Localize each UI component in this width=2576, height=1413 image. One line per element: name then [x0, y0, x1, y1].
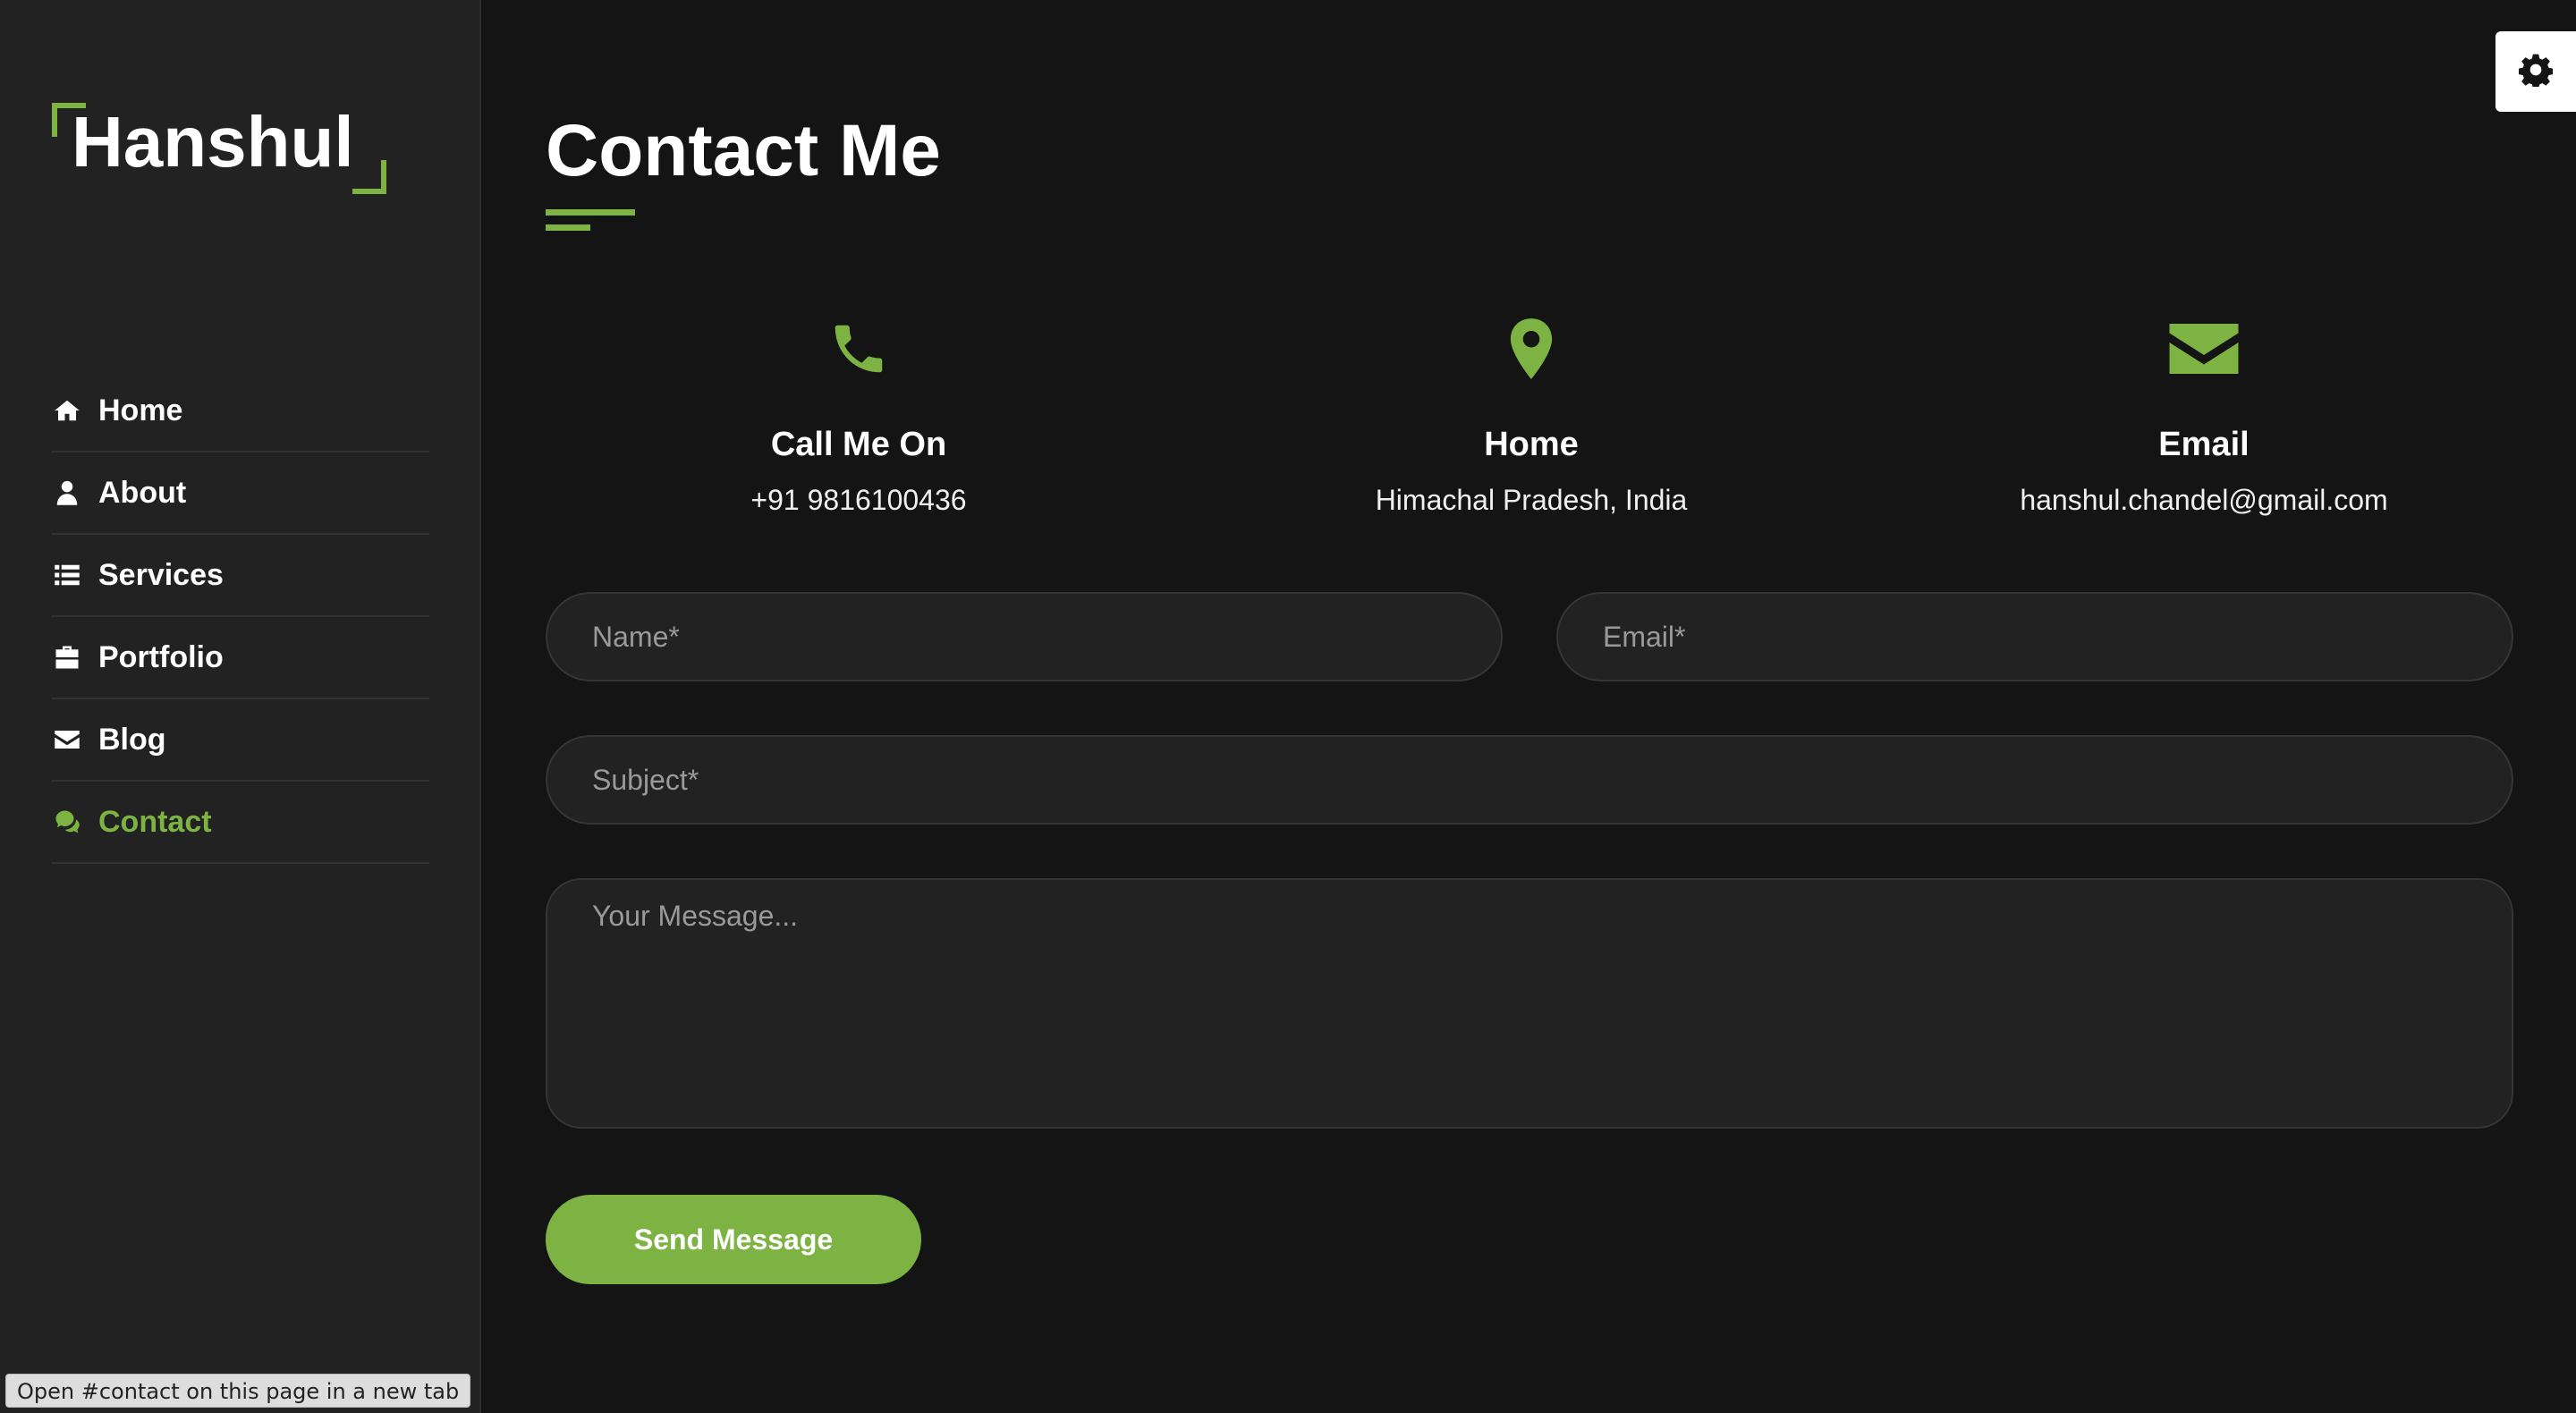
sidebar-item-blog[interactable]: Blog — [52, 699, 429, 782]
sidebar-nav: Home About Services Portfolio Blog Conta… — [52, 370, 429, 864]
contact-info-value: hanshul.chandel@gmail.com — [2020, 484, 2388, 516]
contact-info-email: Email hanshul.chandel@gmail.com — [1891, 313, 2517, 517]
name-field[interactable]: Name* — [546, 592, 1503, 681]
sidebar-item-contact[interactable]: Contact — [52, 782, 429, 864]
logo-text: Hanshul — [72, 102, 354, 182]
sidebar-item-portfolio[interactable]: Portfolio — [52, 617, 429, 699]
sidebar-item-label: Blog — [98, 722, 166, 757]
gear-icon — [2518, 53, 2554, 91]
contact-info-label: Email — [2158, 426, 2250, 463]
settings-button[interactable] — [2496, 31, 2576, 112]
list-icon — [52, 560, 82, 590]
sidebar-item-label: Portfolio — [98, 639, 224, 674]
subject-field[interactable]: Subject* — [546, 735, 2513, 825]
send-message-button[interactable]: Send Message — [546, 1195, 921, 1284]
logo[interactable]: Hanshul — [52, 103, 386, 194]
contact-info-phone: Call Me On +91 9816100436 — [546, 313, 1172, 517]
sidebar-item-label: Services — [98, 557, 224, 592]
contact-info-label: Call Me On — [770, 426, 947, 463]
contact-info-home: Home Himachal Pradesh, India — [1218, 313, 1844, 517]
map-marker-icon — [1218, 313, 1844, 385]
envelope-icon — [52, 724, 82, 755]
title-underline — [546, 209, 635, 216]
sidebar: Hanshul Home About Services Portfolio Bl… — [0, 0, 481, 1413]
contact-info-value: Himachal Pradesh, India — [1375, 484, 1688, 516]
sidebar-item-label: Contact — [98, 804, 212, 839]
title-underline-short — [546, 224, 590, 231]
envelope-icon — [1891, 313, 2517, 385]
link-status-tooltip: Open #contact on this page in a new tab — [5, 1374, 471, 1408]
contact-info-row: Call Me On +91 9816100436 Home Himachal … — [546, 313, 2513, 528]
email-field[interactable]: Email* — [1556, 592, 2513, 681]
contact-info-value: +91 9816100436 — [750, 484, 967, 516]
sidebar-item-label: Home — [98, 393, 183, 427]
sidebar-item-about[interactable]: About — [52, 453, 429, 535]
sidebar-item-label: About — [98, 475, 187, 510]
message-textarea[interactable]: Your Message... — [546, 878, 2513, 1129]
home-icon — [52, 395, 82, 426]
briefcase-icon — [52, 642, 82, 673]
phone-icon — [546, 313, 1172, 385]
user-icon — [52, 478, 82, 508]
logo-corner-bottom-right — [352, 160, 386, 194]
comments-icon — [52, 807, 82, 837]
sidebar-item-services[interactable]: Services — [52, 535, 429, 617]
page-title: Contact Me — [546, 110, 941, 191]
contact-info-label: Home — [1484, 426, 1579, 463]
sidebar-item-home[interactable]: Home — [52, 370, 429, 453]
